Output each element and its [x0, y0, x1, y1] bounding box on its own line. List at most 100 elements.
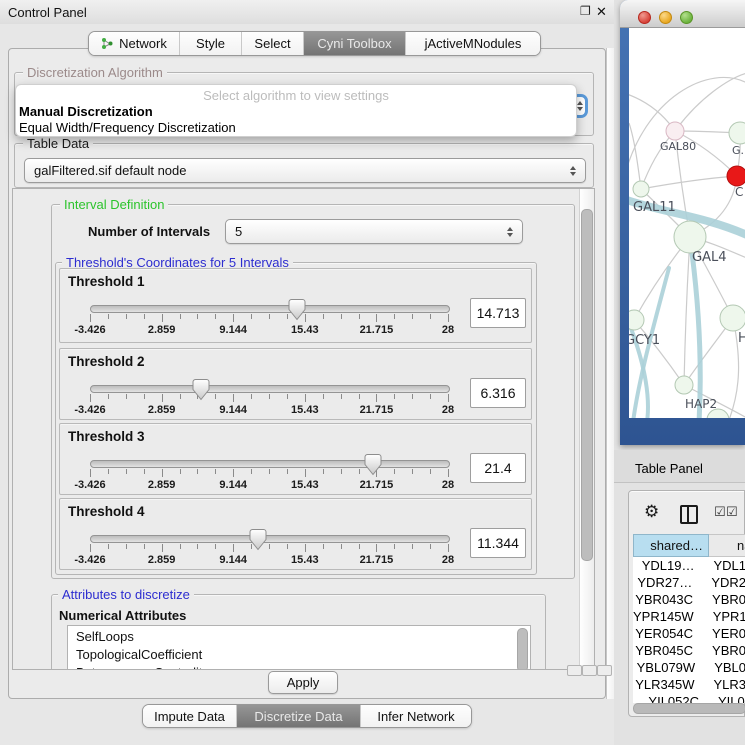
scroll-corner-box[interactable] [597, 665, 612, 676]
cell-shared-name[interactable]: YBR045C [633, 643, 703, 658]
apply-button[interactable]: Apply [268, 671, 338, 694]
settings-scroll-viewport: Interval Definition Number of Intervals … [12, 188, 595, 670]
cell-name[interactable]: YBR0 [703, 592, 745, 607]
cell-name[interactable]: YBR0 [703, 643, 745, 658]
table-row[interactable]: YPR145WYPR1 [633, 608, 745, 625]
columns-icon[interactable] [680, 505, 698, 524]
network-node-gal4[interactable] [674, 221, 706, 253]
tab-discretize-data[interactable]: Discretize Data [237, 705, 361, 727]
network-node-g[interactable] [729, 122, 745, 144]
numerical-attributes-list[interactable]: SelfLoopsTopologicalCoefficientBetweenne… [67, 625, 531, 670]
network-node-gcy1[interactable] [629, 310, 644, 330]
slider-tick [126, 544, 127, 549]
vertical-scrollbar-thumb[interactable] [581, 209, 593, 561]
network-node-h[interactable] [720, 305, 745, 331]
tab-jactivemnodules[interactable]: jActiveMNodules [406, 32, 540, 55]
table-row[interactable]: YIL052CYIL0 [633, 693, 745, 703]
cell-shared-name[interactable]: YBL079W [633, 660, 705, 675]
table-row[interactable]: YBL079WYBL0 [633, 659, 745, 676]
tab-style[interactable]: Style [180, 32, 242, 55]
number-of-intervals-label: Number of Intervals [88, 224, 210, 239]
slider-tick-label: 21.715 [351, 404, 401, 416]
table-row[interactable]: YDL19…YDL1 [633, 557, 745, 574]
threshold-value-field[interactable]: 6.316 [470, 378, 526, 408]
slider-tick [215, 314, 216, 319]
scroll-corner-box[interactable] [582, 665, 597, 676]
network-graph[interactable]: GAL80G.CGAL11GAL4GCY1HHAP2 [629, 28, 745, 418]
threshold-slider-handle[interactable] [249, 528, 267, 551]
table-data-combo-value: galFiltered.sif default node [25, 163, 565, 178]
table-row[interactable]: YER054CYER0 [633, 625, 745, 642]
slider-tick [269, 314, 270, 319]
cell-name[interactable]: YLR3 [704, 677, 745, 692]
number-of-intervals-combo[interactable]: 5 [225, 219, 523, 244]
threshold-value-field[interactable]: 14.713 [470, 298, 526, 328]
threshold-slider-handle[interactable] [288, 298, 306, 321]
cell-name[interactable]: YDR2 [702, 575, 745, 590]
slider-tick [430, 544, 431, 549]
cell-name[interactable]: YBL0 [705, 660, 745, 675]
cell-shared-name[interactable]: YIL052C [633, 694, 709, 703]
cell-shared-name[interactable]: YDL19… [633, 558, 704, 573]
threshold-slider-track[interactable] [90, 535, 450, 543]
slider-tick [144, 544, 145, 549]
cell-name[interactable]: YPR1 [704, 609, 745, 624]
cell-shared-name[interactable]: YLR345W [633, 677, 704, 692]
cell-shared-name[interactable]: YBR043C [633, 592, 703, 607]
attribute-list-item[interactable]: TopologicalCoefficient [68, 646, 530, 664]
cell-shared-name[interactable]: YER054C [633, 626, 703, 641]
table-data-combo[interactable]: galFiltered.sif default node [24, 158, 586, 183]
algorithm-option[interactable]: Equal Width/Frequency Discretization [16, 120, 576, 136]
list-scrollbar-thumb[interactable] [517, 628, 528, 670]
close-icon[interactable]: ✕ [596, 4, 607, 20]
tab-impute-data[interactable]: Impute Data [143, 705, 237, 727]
algorithm-option[interactable]: Manual Discretization [16, 104, 576, 120]
network-node-c[interactable] [727, 166, 745, 186]
gear-icon[interactable]: ⚙ [644, 503, 659, 520]
horizontal-scrollbar-thumb[interactable] [633, 703, 745, 714]
checkbox-icon[interactable]: ☑ [714, 504, 726, 520]
threshold-slider-handle[interactable] [364, 453, 382, 476]
interval-definition-label: Interval Definition [60, 197, 168, 212]
combo-spinner-icon [565, 166, 581, 176]
checkbox-icon[interactable]: ☑ [726, 504, 738, 520]
tab-cyni-toolbox[interactable]: Cyni Toolbox [304, 32, 406, 55]
table-row[interactable]: YDR27…YDR2 [633, 574, 745, 591]
cell-name[interactable]: YDL1 [704, 558, 745, 573]
zoom-light-icon[interactable] [680, 11, 693, 24]
close-light-icon[interactable] [638, 11, 651, 24]
slider-tick-label: 28 [423, 404, 473, 416]
table-row[interactable]: YBR043CYBR0 [633, 591, 745, 608]
network-window-titlebar[interactable] [620, 0, 745, 28]
table-row[interactable]: YLR345WYLR3 [633, 676, 745, 693]
slider-tick-label: 21.715 [351, 479, 401, 491]
table-row[interactable]: YBR045CYBR0 [633, 642, 745, 659]
attribute-list-item[interactable]: BetweennessCentrality [68, 664, 530, 670]
threshold-value-field[interactable]: 21.4 [470, 453, 526, 483]
attribute-list-item[interactable]: SelfLoops [68, 628, 530, 646]
threshold-slider-track[interactable] [90, 305, 450, 313]
minimize-light-icon[interactable] [659, 11, 672, 24]
cell-name[interactable]: YIL0 [709, 694, 745, 703]
threshold-value-field[interactable]: 11.344 [470, 528, 526, 558]
network-node-hap2[interactable] [675, 376, 693, 394]
scroll-corner-box[interactable] [567, 665, 582, 676]
float-window-icon[interactable]: ❐ [580, 4, 591, 18]
cell-shared-name[interactable]: YPR145W [633, 609, 704, 624]
network-canvas[interactable]: GAL80G.CGAL11GAL4GCY1HHAP2 [629, 28, 745, 418]
cyni-bottom-tabbar: Impute DataDiscretize Data Infer Network [142, 704, 472, 728]
network-node-gal80[interactable] [666, 122, 684, 140]
network-node-gal11[interactable] [633, 181, 649, 197]
column-header-shared[interactable]: shared… [633, 534, 709, 557]
cell-shared-name[interactable]: YDR27… [633, 575, 702, 590]
slider-tick [108, 544, 109, 549]
cell-name[interactable]: YER0 [703, 626, 745, 641]
tab-label: Infer Network [377, 709, 454, 724]
threshold-slider-track[interactable] [90, 385, 450, 393]
column-header-name[interactable]: na [709, 534, 745, 557]
threshold-slider-track[interactable] [90, 460, 450, 468]
threshold-slider-handle[interactable] [192, 378, 210, 401]
tab-infer-network[interactable]: Infer Network [361, 705, 471, 727]
tab-network[interactable]: Network [89, 32, 180, 55]
tab-select[interactable]: Select [242, 32, 304, 55]
